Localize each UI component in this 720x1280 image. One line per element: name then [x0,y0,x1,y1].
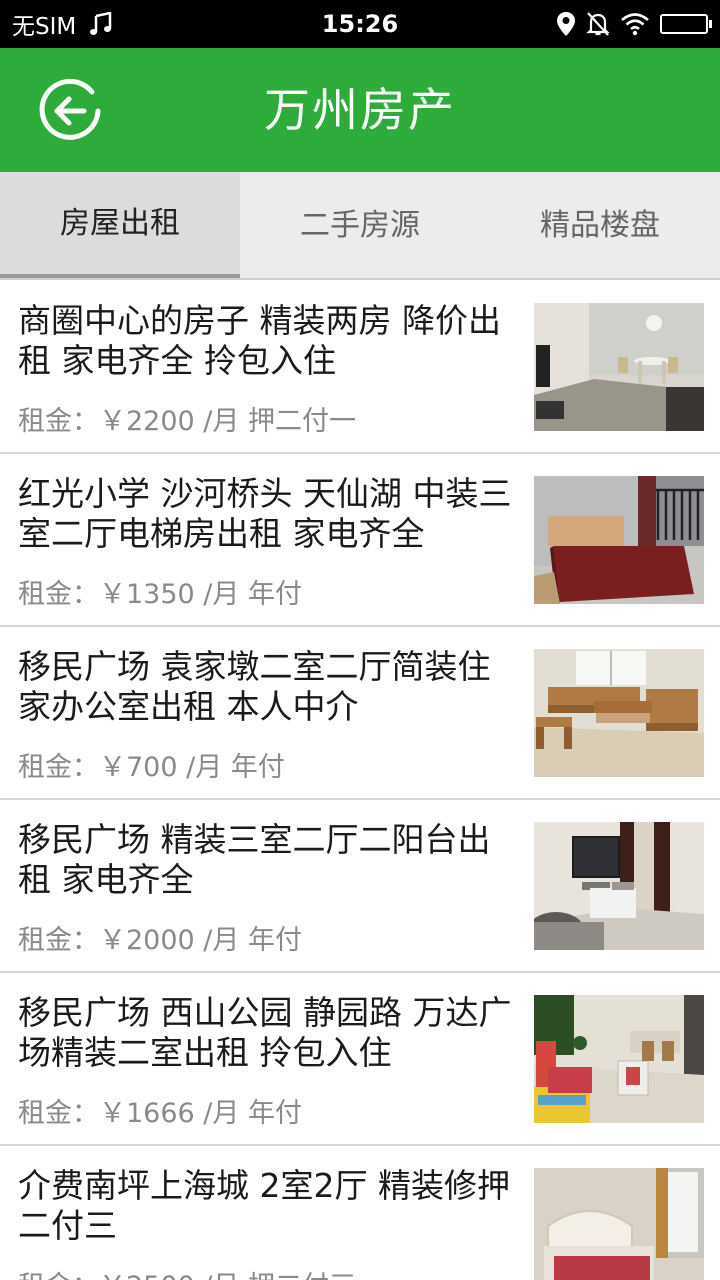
list-item[interactable]: 移民广场 精装三室二厅二阳台出租 家电齐全 租金：￥2000 /月 年付 [0,800,720,973]
list-item[interactable]: 介费南坪上海城 2室2厅 精装修押二付三 租金：￥2500 /月 押二付三 [0,1146,720,1280]
status-bar: 无SIM 15:26 [0,0,720,48]
list-item[interactable]: 红光小学 沙河桥头 天仙湖 中装三室二厅电梯房出租 家电齐全 租金：￥1350 … [0,454,720,627]
listing-photo [534,995,704,1123]
listing-title: 移民广场 精装三室二厅二阳台出租 家电齐全 [18,820,491,899]
listing-title: 商圈中心的房子 精装两房 降价出租 家电齐全 拎包入住 [18,301,501,380]
listing-title: 移民广场 西山公园 静园路 万达广场精装二室出租 拎包入住 [18,993,512,1072]
listing-price: 租金：￥1350 /月 年付 [18,579,302,610]
listing-title: 移民广场 袁家墩二室二厅简装住家办公室出租 本人中介 [18,647,491,726]
list-item[interactable]: 商圈中心的房子 精装两房 降价出租 家电齐全 拎包入住 租金：￥2200 /月 … [0,281,720,454]
location-icon [557,12,575,36]
listing-price: 租金：￥1666 /月 年付 [18,1098,302,1129]
listing-title: 介费南坪上海城 2室2厅 精装修押二付三 [18,1166,510,1245]
tab-bar: 房屋出租 二手房源 精品楼盘 [0,172,720,280]
status-right [556,0,712,48]
wifi-icon [621,13,649,36]
listing-price: 租金：￥2500 /月 押二付三 [18,1264,356,1280]
tab-second-hand[interactable]: 二手房源 [240,172,480,278]
listing-photo [534,303,704,431]
tab-rental[interactable]: 房屋出租 [0,172,240,278]
listing-price: 租金：￥700 /月 年付 [18,752,285,783]
listing-photo [534,649,704,777]
listing-photo [534,1168,704,1280]
listing-list: 商圈中心的房子 精装两房 降价出租 家电齐全 拎包入住 租金：￥2200 /月 … [0,281,720,1280]
app-header: 万州房产 [0,48,720,172]
mute-icon [586,12,610,36]
listing-price: 租金：￥2200 /月 押二付一 [18,406,356,437]
list-item[interactable]: 移民广场 西山公园 静园路 万达广场精装二室出租 拎包入住 租金：￥1666 /… [0,973,720,1146]
listing-photo [534,822,704,950]
listing-photo [534,476,704,604]
tab-premium-projects[interactable]: 精品楼盘 [480,172,720,278]
list-item[interactable]: 移民广场 袁家墩二室二厅简装住家办公室出租 本人中介 租金：￥700 /月 年付 [0,627,720,800]
battery-icon [660,14,712,34]
page-title: 万州房产 [264,83,456,137]
listing-price: 租金：￥2000 /月 年付 [18,925,302,956]
listing-title: 红光小学 沙河桥头 天仙湖 中装三室二厅电梯房出租 家电齐全 [18,474,512,553]
